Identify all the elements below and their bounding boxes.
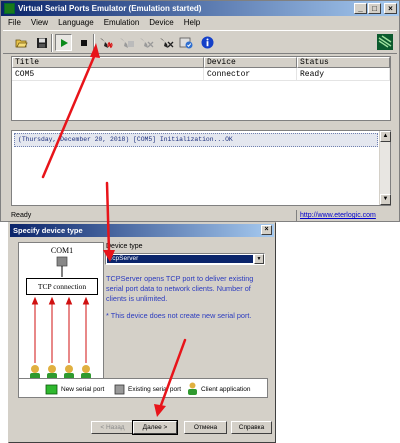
cancel-button[interactable]: Отмена (184, 421, 227, 434)
menu-bar: File View Language Emulation Device Help (3, 16, 205, 30)
new-device-icon[interactable] (98, 34, 115, 51)
dialog-close-button[interactable]: × (261, 225, 272, 235)
cell-status: Ready (297, 68, 390, 81)
toolbar (3, 30, 397, 54)
device-note: * This device does not create new serial… (106, 311, 252, 320)
log-line: (Thursday, December 20, 2018) [COM5] Ini… (14, 133, 378, 147)
about-icon[interactable] (199, 34, 216, 51)
scroll-up-icon[interactable]: ▲ (380, 131, 391, 142)
start-icon[interactable] (55, 34, 72, 51)
client-app-icon (188, 382, 197, 395)
serial-port-icon (56, 256, 68, 267)
minimize-button[interactable]: _ (354, 3, 367, 14)
status-text: Ready (11, 212, 32, 219)
legend-label: New serial port (61, 385, 105, 393)
diagram-tcp-box: TCP connection (26, 278, 98, 295)
logo-icon (375, 32, 395, 52)
window-title: Virtual Serial Ports Emulator (Emulation… (18, 4, 202, 13)
device-table[interactable]: Title Device Status COM5 Connector Ready (11, 56, 391, 121)
main-window: Virtual Serial Ports Emulator (Emulation… (0, 0, 400, 222)
dialog-titlebar[interactable]: Specify device type × (10, 224, 274, 237)
device-type-label: Device type (106, 243, 143, 250)
maximize-button[interactable]: □ (368, 3, 381, 14)
back-button[interactable]: < Назад (91, 421, 134, 434)
device-type-select[interactable]: TcpServer ▼ (105, 253, 265, 265)
website-link[interactable]: http://www.eterlogic.com (296, 210, 394, 221)
existing-port-icon (114, 384, 125, 394)
help-button[interactable]: Справка (231, 421, 272, 434)
legend: New serial port Existing serial port Cli… (18, 378, 268, 398)
disabled-device-icon[interactable] (158, 34, 175, 51)
legend-label: Client application (201, 385, 251, 393)
diagram-graphics (30, 256, 91, 382)
menu-language[interactable]: Language (53, 16, 99, 30)
save-icon[interactable] (33, 34, 50, 51)
edit-device-icon[interactable] (118, 34, 135, 51)
legend-client-app: Client application (187, 379, 251, 399)
scroll-down-icon[interactable]: ▼ (380, 194, 391, 205)
menu-file[interactable]: File (3, 16, 26, 30)
device-description: TCPServer opens TCP port to deliver exis… (106, 274, 254, 303)
menu-help[interactable]: Help (179, 16, 205, 30)
legend-existing-port: Existing serial port (114, 379, 181, 399)
column-status[interactable]: Status (297, 57, 390, 68)
status-bar: Ready http://www.eterlogic.com (3, 210, 397, 221)
device-diagram: COM1 TCP connection (18, 242, 104, 394)
dialog-title: Specify device type (13, 226, 83, 235)
app-icon (4, 3, 15, 14)
table-row[interactable]: COM5 Connector Ready (12, 68, 390, 81)
device-properties-icon[interactable] (178, 34, 195, 51)
log-scrollbar[interactable]: ▲ ▼ (379, 131, 391, 205)
stop-icon[interactable] (75, 34, 92, 51)
menu-device[interactable]: Device (144, 16, 178, 30)
menu-view[interactable]: View (26, 16, 53, 30)
window-titlebar[interactable]: Virtual Serial Ports Emulator (Emulation… (1, 1, 399, 16)
open-icon[interactable] (13, 34, 30, 51)
delete-device-icon[interactable] (138, 34, 155, 51)
specify-device-dialog: Specify device type × COM1 TCP connectio… (8, 222, 276, 443)
cell-device: Connector (204, 68, 297, 81)
next-button[interactable]: Далее > (132, 420, 178, 435)
new-port-icon (45, 384, 58, 394)
chevron-down-icon[interactable]: ▼ (254, 254, 264, 264)
cell-title: COM5 (12, 68, 204, 81)
legend-label: Existing serial port (128, 385, 182, 393)
column-device[interactable]: Device (204, 57, 297, 68)
device-type-value: TcpServer (107, 255, 253, 263)
device-table-header: Title Device Status (12, 57, 390, 68)
log-pane[interactable]: (Thursday, December 20, 2018) [COM5] Ini… (11, 130, 391, 206)
legend-new-port: New serial port (45, 379, 104, 399)
column-title[interactable]: Title (12, 57, 204, 68)
menu-emulation[interactable]: Emulation (99, 16, 145, 30)
close-button[interactable]: × (384, 3, 397, 14)
